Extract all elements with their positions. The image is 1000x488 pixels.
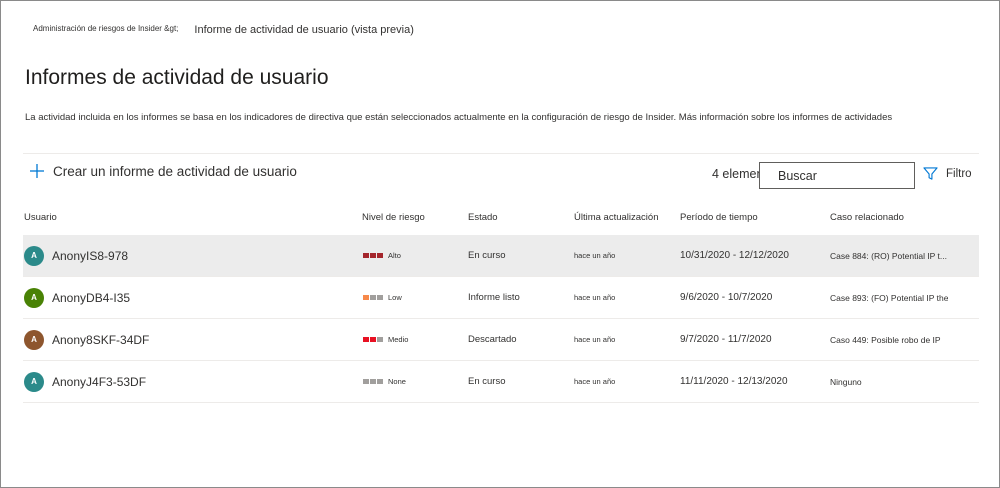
page-title: Informes de actividad de usuario — [25, 66, 329, 89]
filter-icon — [923, 167, 938, 180]
table-header: Usuario Nivel de riesgo Estado Última ac… — [23, 201, 979, 235]
risk-bar — [363, 379, 369, 384]
case-cell: Ninguno — [830, 361, 862, 402]
risk-bar — [377, 295, 383, 300]
column-header-period[interactable]: Período de tiempo — [680, 212, 758, 223]
risk-level-indicator: Medio — [363, 335, 408, 344]
risk-bar — [370, 295, 376, 300]
risk-level-indicator: Alto — [363, 251, 401, 260]
user-name[interactable]: Anony8SKF-34DF — [52, 333, 149, 347]
divider — [23, 153, 979, 154]
column-header-updated[interactable]: Última actualización — [574, 212, 658, 223]
column-header-risk[interactable]: Nivel de riesgo — [362, 212, 425, 223]
related-case-text: Ninguno — [830, 376, 862, 387]
table-row[interactable]: A AnonyIS8-978 Alto En curso hace un año 10/3… — [23, 235, 979, 277]
avatar: A — [24, 329, 44, 350]
user-cell[interactable]: A AnonyJ4F3-53DF — [24, 361, 146, 402]
avatar: A — [24, 287, 44, 308]
risk-bar — [363, 337, 369, 342]
time-period-text: 9/6/2020 - 10/7/2020 — [680, 292, 773, 303]
user-name[interactable]: AnonyJ4F3-53DF — [52, 375, 146, 389]
period-cell: 10/31/2020 - 12/12/2020 — [680, 235, 789, 276]
status-cell: Informe listo — [468, 277, 520, 318]
user-cell[interactable]: A Anony8SKF-34DF — [24, 319, 149, 360]
learn-more-link[interactable]: Más información sobre los informes de ac… — [679, 112, 892, 123]
table-body: A AnonyIS8-978 Alto En curso hace un año 10/3… — [23, 235, 979, 403]
status-text: Descartado — [468, 334, 517, 345]
last-updated-text: hace un año — [574, 377, 616, 386]
updated-cell: hace un año — [574, 235, 615, 276]
risk-bar — [370, 379, 376, 384]
table-row[interactable]: A AnonyDB4-I35 Low Informe listo hace un año… — [23, 277, 979, 319]
case-cell: Case 893: (FO) Potential IP the — [830, 277, 948, 318]
breadcrumb-parent-link[interactable]: Administración de riesgos de Insider &gt… — [33, 24, 178, 33]
risk-label: Low — [388, 293, 402, 302]
case-cell: Case 884: (RO) Potential IP t... — [830, 235, 947, 276]
risk-level-indicator: None — [363, 377, 406, 386]
user-activity-table: Usuario Nivel de riesgo Estado Última ac… — [23, 201, 979, 403]
case-cell: Caso 449: Posible robo de IP — [830, 319, 941, 360]
status-cell: En curso — [468, 235, 506, 276]
time-period-text: 11/11/2020 - 12/13/2020 — [680, 376, 788, 387]
time-period-text: 10/31/2020 - 12/12/2020 — [680, 250, 789, 261]
filter-label: Filtro — [946, 167, 972, 180]
risk-level-indicator: Low — [363, 293, 402, 302]
last-updated-text: hace un año — [574, 293, 616, 302]
risk-cell: Medio — [363, 319, 408, 360]
search-input[interactable] — [778, 168, 908, 183]
risk-bar — [363, 253, 369, 258]
risk-label: Alto — [388, 251, 401, 260]
risk-bar — [377, 253, 383, 258]
user-cell[interactable]: A AnonyDB4-I35 — [24, 277, 130, 318]
breadcrumb-current: Informe de actividad de usuario (vista p… — [194, 24, 414, 36]
plus-icon — [30, 164, 44, 178]
period-cell: 9/6/2020 - 10/7/2020 — [680, 277, 772, 318]
time-period-text: 9/7/2020 - 11/7/2020 — [680, 334, 772, 345]
search-box[interactable] — [759, 162, 915, 189]
filter-button[interactable]: Filtro — [923, 166, 972, 181]
status-text: Informe listo — [468, 292, 520, 303]
status-text: En curso — [468, 376, 506, 387]
avatar: A — [24, 245, 44, 266]
status-text: En curso — [468, 250, 506, 261]
table-row[interactable]: A Anony8SKF-34DF Medio Descartado hace un añ… — [23, 319, 979, 361]
period-cell: 9/7/2020 - 11/7/2020 — [680, 319, 772, 360]
app-window: Administración de riesgos de Insider &gt… — [0, 0, 1000, 488]
risk-bar — [377, 379, 383, 384]
status-cell: En curso — [468, 361, 506, 402]
period-cell: 11/11/2020 - 12/13/2020 — [680, 361, 788, 402]
user-cell[interactable]: A AnonyIS8-978 — [24, 235, 128, 276]
column-header-status[interactable]: Estado — [468, 212, 498, 223]
user-name[interactable]: AnonyIS8-978 — [52, 249, 128, 263]
risk-bar — [377, 337, 383, 342]
create-report-label: Crear un informe de actividad de usuario — [53, 163, 297, 179]
status-cell: Descartado — [468, 319, 517, 360]
related-case-text: Case 884: (RO) Potential IP t... — [830, 250, 948, 261]
risk-label: Medio — [388, 335, 409, 344]
table-row[interactable]: A AnonyJ4F3-53DF None En curso hace un año 11… — [23, 361, 979, 403]
avatar: A — [24, 371, 44, 392]
updated-cell: hace un año — [574, 319, 615, 360]
description-text: La actividad incluida en los informes se… — [25, 112, 677, 123]
related-case-text: Case 893: (FO) Potential IP the — [830, 292, 949, 303]
risk-bar — [370, 253, 376, 258]
last-updated-text: hace un año — [574, 335, 616, 344]
column-header-case[interactable]: Caso relacionado — [830, 212, 904, 223]
related-case-text: Caso 449: Posible robo de IP — [830, 334, 941, 345]
updated-cell: hace un año — [574, 361, 615, 402]
risk-cell: Low — [363, 277, 402, 318]
page-description: La actividad incluida en los informes se… — [25, 112, 892, 123]
risk-bar — [363, 295, 369, 300]
updated-cell: hace un año — [574, 277, 615, 318]
create-report-button[interactable]: Crear un informe de actividad de usuario — [29, 163, 297, 179]
last-updated-text: hace un año — [574, 251, 616, 260]
breadcrumb: Administración de riesgos de Insider &gt… — [33, 20, 414, 37]
risk-cell: None — [363, 361, 406, 402]
column-header-user[interactable]: Usuario — [24, 212, 57, 223]
risk-cell: Alto — [363, 235, 401, 276]
risk-bar — [370, 337, 376, 342]
user-name[interactable]: AnonyDB4-I35 — [52, 291, 130, 305]
risk-label: None — [388, 377, 406, 386]
